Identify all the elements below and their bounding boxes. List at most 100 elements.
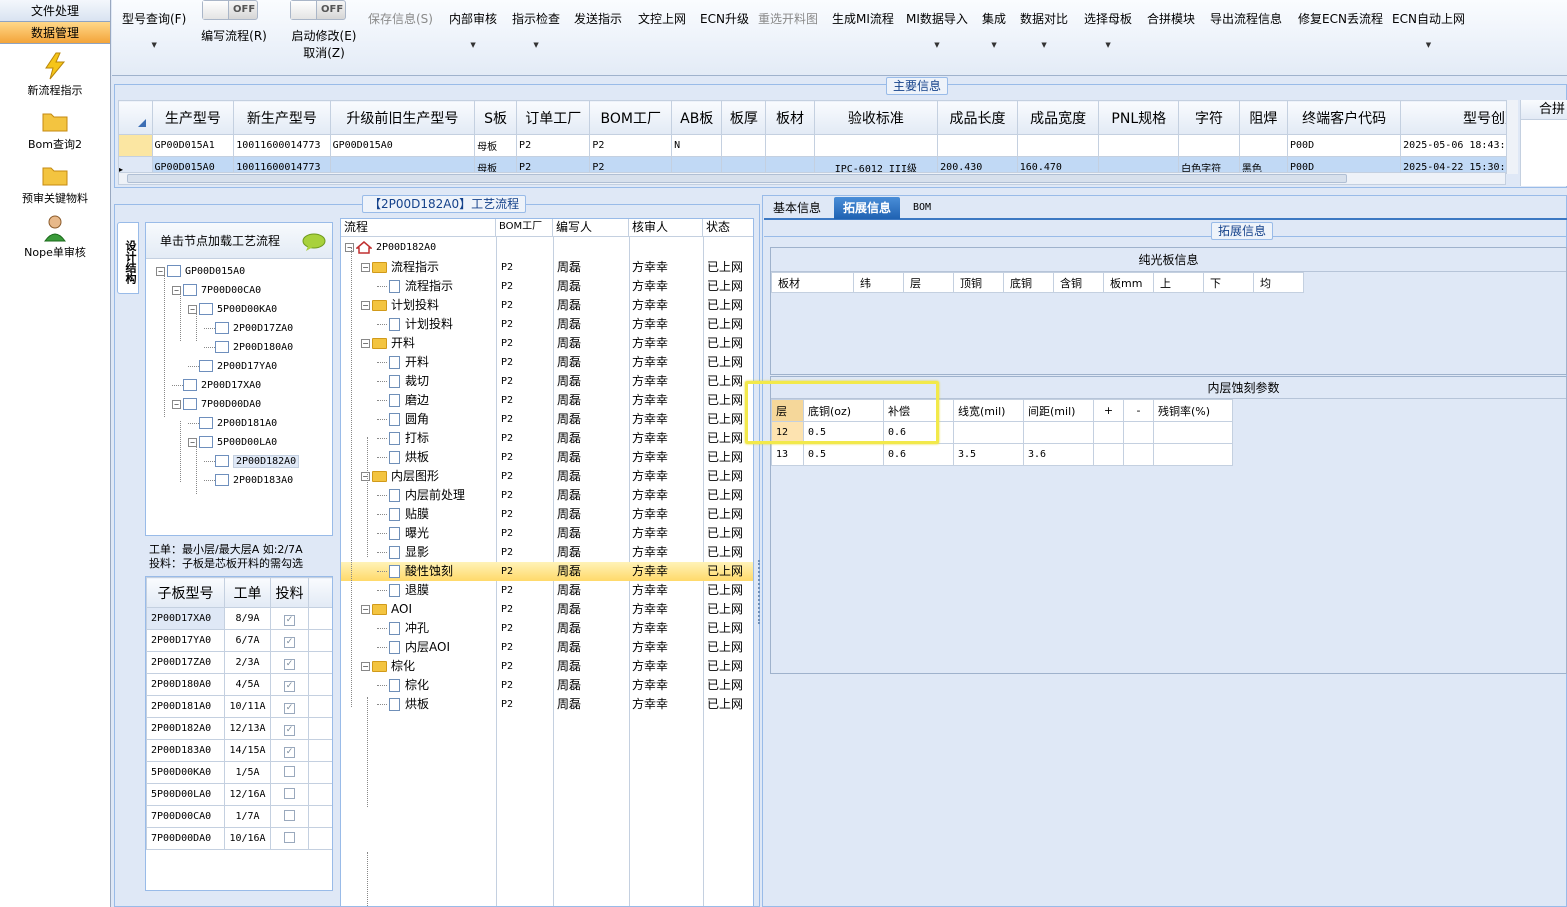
model-query-button[interactable]: 型号查询(F) ▼	[122, 10, 186, 49]
nav-item-key-material[interactable]: 预审关键物料	[0, 160, 110, 206]
main-col-header[interactable]: 新生产型号	[233, 100, 331, 135]
main-cell[interactable]	[1098, 134, 1180, 157]
feed-checkbox[interactable]	[284, 765, 295, 777]
process-row[interactable]: − 内层图形 P2 周磊 方幸幸 已上网	[341, 467, 753, 486]
sub-workorder-cell[interactable]: 2/3A	[224, 651, 271, 674]
process-col-header[interactable]: 流程	[341, 219, 496, 237]
integrate-button[interactable]: 集成 ▼	[982, 10, 1006, 49]
sub-model-cell[interactable]: 2P00D17ZA0	[146, 651, 225, 674]
etch-col-header[interactable]: 残铜率(%)	[1153, 399, 1233, 422]
main-col-header[interactable]: 板材	[765, 100, 815, 135]
sub-workorder-cell[interactable]: 10/16A	[224, 827, 271, 850]
tree-node[interactable]: −5P00D00KA0	[188, 301, 277, 319]
main-cell[interactable]	[1178, 134, 1240, 157]
main-cell[interactable]: P2	[589, 134, 673, 157]
main-col-header[interactable]: 成品宽度	[1016, 100, 1100, 135]
tree-node[interactable]: 2P00D180A0	[204, 339, 293, 357]
tree-node[interactable]: 2P00D17YA0	[188, 358, 277, 376]
main-col-header[interactable]: 阻焊	[1238, 100, 1289, 135]
detail-tab[interactable]: 基本信息	[764, 197, 830, 219]
nav-item-nope-audit[interactable]: Nope单审核	[0, 214, 110, 260]
repair-ecn-button[interactable]: 修复ECN丢流程	[1298, 10, 1383, 27]
feed-checkbox-cell[interactable]	[270, 827, 309, 850]
process-row[interactable]: 退膜 P2 周磊 方幸幸 已上网	[341, 581, 753, 600]
sub-workorder-cell[interactable]: 8/9A	[224, 607, 271, 630]
light-col-header[interactable]: 上	[1153, 272, 1204, 293]
sub-workorder-cell[interactable]: 10/11A	[224, 695, 271, 718]
main-col-header[interactable]: 成品长度	[937, 100, 1018, 135]
feed-checkbox-cell[interactable]	[270, 761, 309, 784]
sub-workorder-cell[interactable]: 14/15A	[224, 739, 271, 762]
feed-checkbox-cell[interactable]: ✓	[270, 695, 309, 718]
main-cell[interactable]	[1238, 134, 1289, 157]
main-col-header[interactable]: 升级前旧生产型号	[329, 100, 476, 135]
sub-model-cell[interactable]: 2P00D17YA0	[146, 629, 225, 652]
tree-node[interactable]: −5P00D00LA0	[188, 434, 277, 452]
collapse-icon[interactable]: −	[361, 263, 370, 272]
process-row[interactable]: − 计划投料 P2 周磊 方幸幸 已上网	[341, 296, 753, 315]
export-button[interactable]: 导出流程信息	[1210, 10, 1282, 27]
ecn-auto-button[interactable]: ECN自动上网 ▼	[1392, 10, 1465, 49]
etch-row[interactable]: 13 0.5 0.6 3.5 3.6	[771, 443, 1233, 466]
feed-checkbox[interactable]: ✓	[284, 703, 295, 714]
feed-checkbox[interactable]	[284, 809, 295, 821]
main-cell[interactable]	[937, 134, 1018, 157]
process-row[interactable]: − 棕化 P2 周磊 方幸幸 已上网	[341, 657, 753, 676]
etch-cell[interactable]: 0.5	[803, 443, 884, 466]
feed-checkbox[interactable]: ✓	[284, 659, 295, 670]
doc-upload-button[interactable]: 文控上网	[638, 10, 686, 27]
tree-node[interactable]: − GP00D015A0	[156, 263, 245, 281]
save-button[interactable]: 保存信息(S)	[368, 10, 433, 27]
merge-button[interactable]: 合拼模块	[1147, 10, 1195, 27]
main-cell[interactable]: GP00D015A0	[329, 134, 476, 157]
etch-cell[interactable]	[1023, 421, 1094, 444]
etch-cell[interactable]: 13	[771, 443, 804, 466]
feed-checkbox-cell[interactable]: ✓	[270, 629, 309, 652]
sub-table-row[interactable]: 2P00D182A0 12/13A ✓	[146, 717, 332, 740]
etch-cell[interactable]	[1153, 421, 1233, 444]
check-button[interactable]: 指示检查 ▼	[512, 10, 560, 49]
feed-checkbox-cell[interactable]: ✓	[270, 607, 309, 630]
sub-model-cell[interactable]: 2P00D182A0	[146, 717, 225, 740]
sub-table-row[interactable]: 2P00D17XA0 8/9A ✓	[146, 607, 332, 630]
main-col-header[interactable]: 板厚	[721, 100, 767, 135]
etch-cell[interactable]	[1123, 421, 1154, 444]
process-row[interactable]: 开料 P2 周磊 方幸幸 已上网	[341, 353, 753, 372]
process-row[interactable]: 烘板 P2 周磊 方幸幸 已上网	[341, 448, 753, 467]
etch-col-header[interactable]: -	[1123, 399, 1154, 422]
feed-checkbox[interactable]	[284, 787, 295, 799]
etch-col-header[interactable]: 间距(mil)	[1023, 399, 1094, 422]
etch-cell[interactable]	[1123, 443, 1154, 466]
collapse-icon[interactable]: −	[361, 662, 370, 671]
sub-workorder-cell[interactable]: 1/7A	[224, 805, 271, 828]
tree-node[interactable]: 2P00D17ZA0	[204, 320, 293, 338]
send-button[interactable]: 发送指示	[574, 10, 622, 27]
sub-model-cell[interactable]: 5P00D00KA0	[146, 761, 225, 784]
main-cell[interactable]: 2025-05-06 18:43:41	[1400, 134, 1518, 157]
main-cell[interactable]: GP00D015A1	[151, 134, 235, 157]
light-col-header[interactable]: 板材	[771, 272, 854, 293]
etch-cell[interactable]: 3.5	[953, 443, 1024, 466]
process-row[interactable]: 显影 P2 周磊 方幸幸 已上网	[341, 543, 753, 562]
process-row[interactable]: 打标 P2 周磊 方幸幸 已上网	[341, 429, 753, 448]
main-col-header[interactable]: 终端客户代码	[1287, 100, 1402, 135]
compare-button[interactable]: 数据对比 ▼	[1020, 10, 1068, 49]
main-hscroll[interactable]	[118, 172, 1506, 185]
tree-node[interactable]: 2P00D181A0	[188, 415, 277, 433]
tree-node[interactable]: −7P00D00CA0	[172, 282, 261, 300]
main-cell[interactable]	[813, 134, 939, 157]
sub-table-row[interactable]: 7P00D00DA0 10/16A	[146, 827, 332, 850]
light-col-header[interactable]: 顶铜	[953, 272, 1004, 293]
collapse-icon[interactable]: −	[345, 242, 354, 252]
sub-workorder-cell[interactable]: 12/16A	[224, 783, 271, 806]
design-structure-tab[interactable]: 设计结构	[117, 222, 139, 294]
main-cell[interactable]	[765, 134, 815, 157]
feed-checkbox-cell[interactable]	[270, 805, 309, 828]
tree-node[interactable]: 2P00D182A0	[204, 453, 300, 471]
reselect-button[interactable]: 重选开料图	[758, 10, 818, 27]
feed-checkbox[interactable]: ✓	[284, 615, 295, 626]
sub-model-cell[interactable]: 7P00D00DA0	[146, 827, 225, 850]
process-row[interactable]: − 开料 P2 周磊 方幸幸 已上网	[341, 334, 753, 353]
process-row[interactable]: 圆角 P2 周磊 方幸幸 已上网	[341, 410, 753, 429]
collapse-icon[interactable]: −	[361, 472, 370, 481]
